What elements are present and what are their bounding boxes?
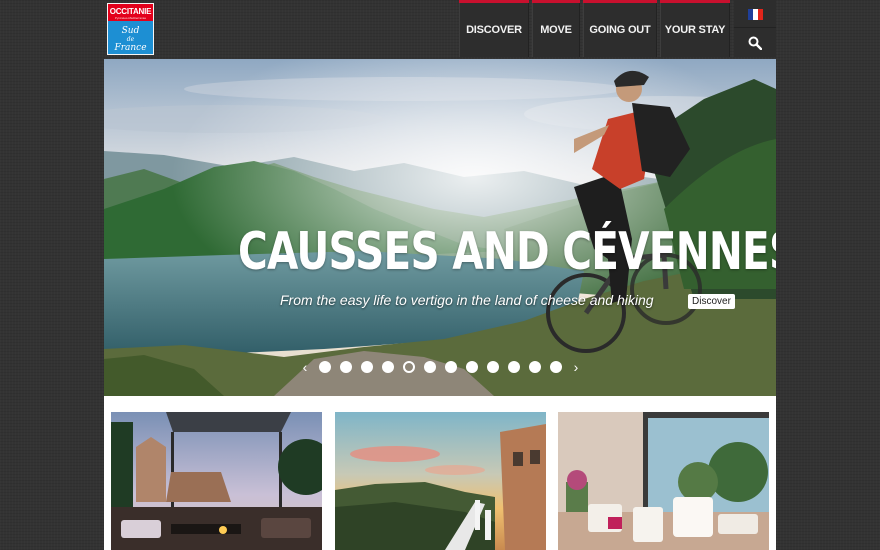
logo-sub-line1: Sud [121,26,140,36]
occitanie-logo[interactable]: OCCITANIE Pyrénées-Méditerranée Sud de F… [107,3,154,55]
hero-subtitle: From the easy life to vertigo in the lan… [280,292,654,308]
slider-dot-11[interactable] [529,361,541,373]
hero-discover-button[interactable]: Discover [688,294,735,309]
nav-your-stay[interactable]: YOUR STAY [660,0,730,57]
featured-cards [104,396,776,550]
hero-title: CAUSSES AND CÉVENNES [238,222,776,282]
search-icon [748,36,762,50]
slider-dot-9[interactable] [487,361,499,373]
main-navigation: DISCOVER MOVE GOING OUT YOUR STAY [459,0,730,57]
slider-dot-12[interactable] [550,361,562,373]
slider-dot-10[interactable] [508,361,520,373]
logo-brand-name: OCCITANIE [109,7,152,16]
slider-dot-6[interactable] [424,361,436,373]
chevron-left-icon[interactable]: ‹ [300,360,310,374]
sunset-terrace-photo [335,412,546,550]
logo-sud-de-france: Sud de France [108,21,153,54]
slider-dot-3[interactable] [361,361,373,373]
card-lounge-interior[interactable] [558,412,769,550]
slider-dot-5-active[interactable] [403,361,415,373]
slider-dot-7[interactable] [445,361,457,373]
logo-sub-line2: de [126,36,135,43]
logo-tagline: Pyrénées-Méditerranée [114,16,147,20]
nav-going-out[interactable]: GOING OUT [583,0,657,57]
card-sunset-terrace[interactable] [335,412,546,550]
nav-move[interactable]: MOVE [532,0,580,57]
utility-column [734,0,776,57]
castle-terrace-photo [111,412,322,550]
slider-dot-2[interactable] [340,361,352,373]
card-castle-terrace[interactable] [111,412,322,550]
hero-slider[interactable]: CAUSSES AND CÉVENNES From the easy life … [104,59,776,396]
slider-dot-8[interactable] [466,361,478,373]
slider-dot-4[interactable] [382,361,394,373]
french-flag-icon [747,8,763,20]
logo-sub-line3: France [114,43,147,53]
lounge-interior-photo [558,412,769,550]
search-button[interactable] [734,28,776,57]
nav-discover[interactable]: DISCOVER [459,0,529,57]
language-button[interactable] [734,0,776,28]
chevron-right-icon[interactable]: › [571,360,581,374]
slider-pagination: ‹ › [300,360,581,374]
slider-dot-1[interactable] [319,361,331,373]
